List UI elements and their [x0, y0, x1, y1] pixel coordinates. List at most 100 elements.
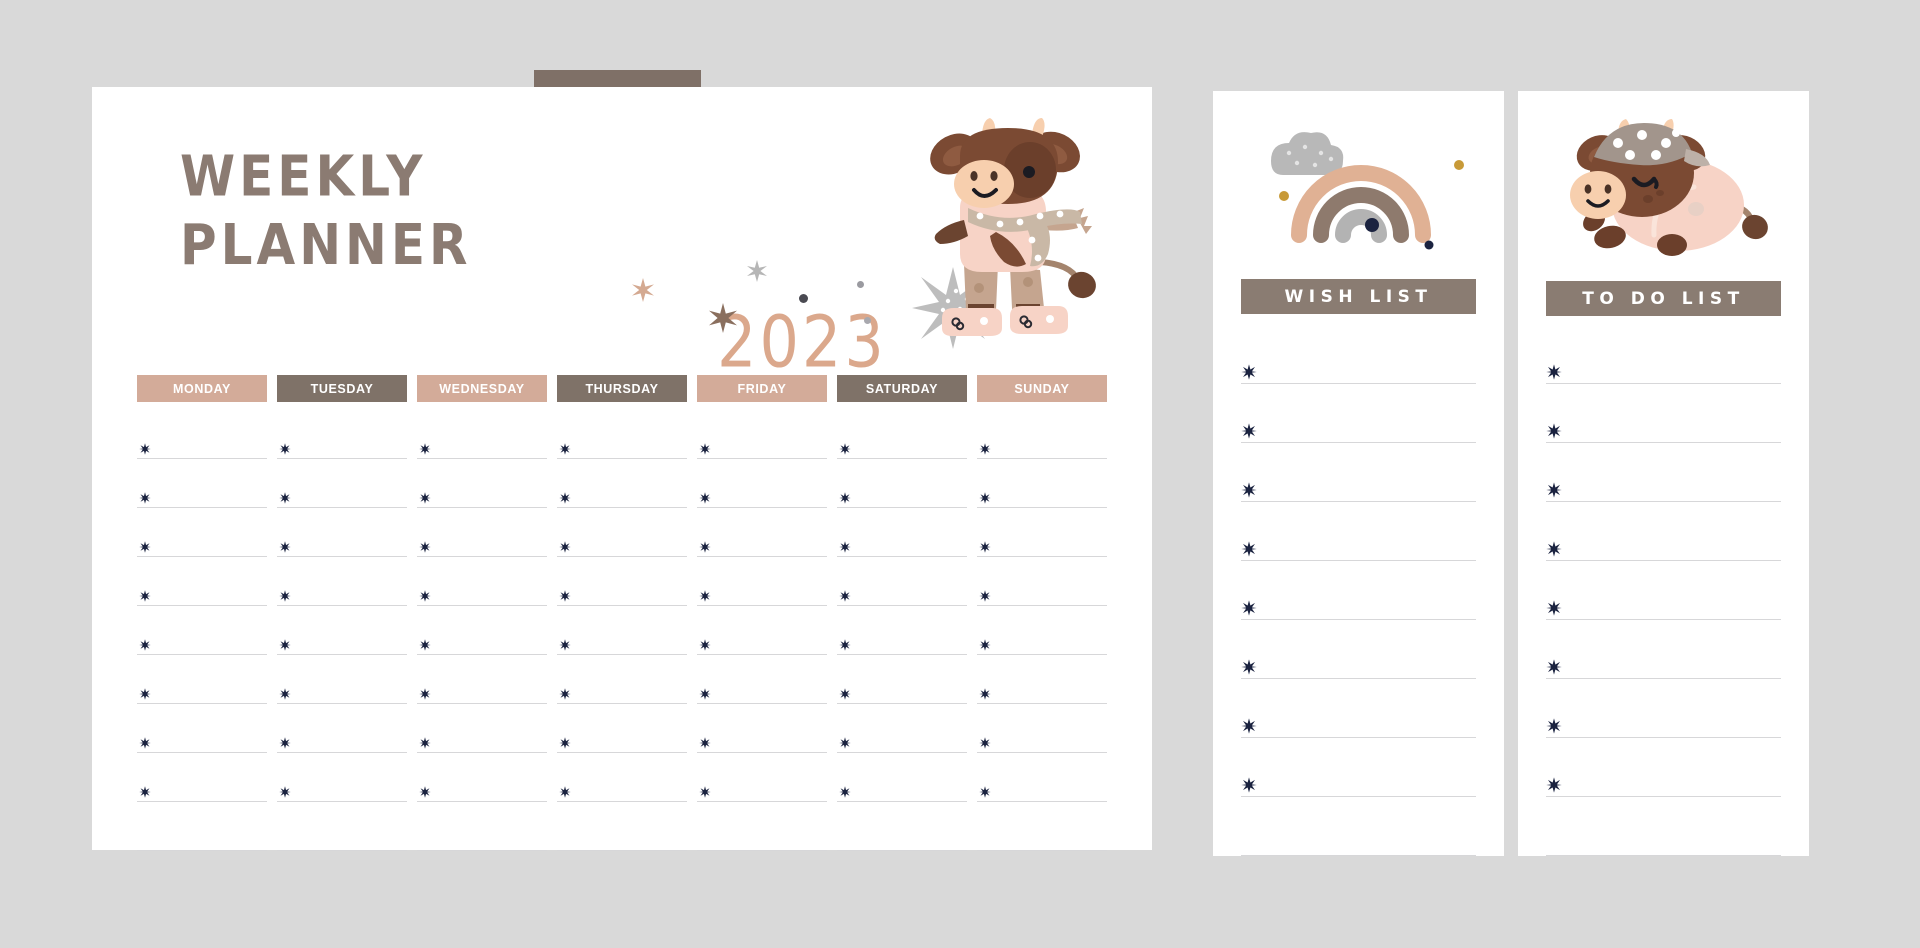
list-item[interactable]: [977, 569, 1107, 618]
list-item[interactable]: [557, 520, 687, 569]
list-item[interactable]: [417, 618, 547, 667]
list-item[interactable]: [277, 667, 407, 716]
list-item[interactable]: [557, 618, 687, 667]
list-item[interactable]: [417, 569, 547, 618]
list-item[interactable]: [977, 765, 1107, 814]
list-item[interactable]: [277, 569, 407, 618]
list-item[interactable]: [837, 716, 967, 765]
list-item[interactable]: [1546, 634, 1781, 693]
list-item[interactable]: [277, 814, 407, 863]
list-item[interactable]: [557, 471, 687, 520]
list-item[interactable]: [977, 422, 1107, 471]
list-item[interactable]: [137, 765, 267, 814]
list-item[interactable]: [557, 765, 687, 814]
wish-list-art: [1213, 91, 1504, 278]
list-item[interactable]: [977, 471, 1107, 520]
list-item[interactable]: [417, 520, 547, 569]
list-item[interactable]: [277, 471, 407, 520]
list-item[interactable]: [417, 765, 547, 814]
list-item[interactable]: [137, 618, 267, 667]
asterisk-bullet-icon: [139, 443, 151, 455]
list-item[interactable]: [697, 569, 827, 618]
list-item[interactable]: [697, 765, 827, 814]
list-item[interactable]: [837, 814, 967, 863]
list-item[interactable]: [1241, 752, 1476, 811]
list-item[interactable]: [277, 618, 407, 667]
write-line: [417, 654, 547, 655]
asterisk-bullet-icon: [1546, 364, 1562, 380]
asterisk-bullet-icon: [139, 688, 151, 700]
list-item[interactable]: [697, 520, 827, 569]
list-item[interactable]: [1241, 693, 1476, 752]
list-item[interactable]: [1546, 693, 1781, 752]
list-item[interactable]: [1546, 398, 1781, 457]
list-item[interactable]: [557, 716, 687, 765]
write-line: [977, 850, 1107, 851]
list-item[interactable]: [977, 618, 1107, 667]
list-item[interactable]: [417, 667, 547, 716]
list-item[interactable]: [137, 814, 267, 863]
list-item[interactable]: [277, 422, 407, 471]
list-item[interactable]: [977, 520, 1107, 569]
list-item[interactable]: [1241, 339, 1476, 398]
list-item[interactable]: [277, 520, 407, 569]
list-item[interactable]: [697, 422, 827, 471]
list-item[interactable]: [417, 422, 547, 471]
list-item[interactable]: [1546, 457, 1781, 516]
list-item[interactable]: [1241, 634, 1476, 693]
write-line: [137, 458, 267, 459]
list-item[interactable]: [697, 716, 827, 765]
list-item[interactable]: [557, 667, 687, 716]
list-item[interactable]: [137, 422, 267, 471]
list-item[interactable]: [697, 814, 827, 863]
asterisk-bullet-icon: [839, 590, 851, 602]
list-item[interactable]: [837, 765, 967, 814]
list-item[interactable]: [837, 667, 967, 716]
list-item[interactable]: [837, 471, 967, 520]
asterisk-bullet-icon: [1241, 659, 1257, 675]
list-item[interactable]: [417, 716, 547, 765]
list-item[interactable]: [277, 716, 407, 765]
list-item[interactable]: [137, 520, 267, 569]
write-line: [557, 556, 687, 557]
list-item[interactable]: [1546, 339, 1781, 398]
asterisk-bullet-icon: [1546, 541, 1562, 557]
list-item[interactable]: [137, 569, 267, 618]
list-item[interactable]: [417, 471, 547, 520]
list-item[interactable]: [697, 618, 827, 667]
list-item[interactable]: [1241, 457, 1476, 516]
list-item[interactable]: [277, 765, 407, 814]
list-item[interactable]: [977, 716, 1107, 765]
list-item[interactable]: [1546, 516, 1781, 575]
day-header-monday: MONDAY: [137, 375, 267, 402]
list-item[interactable]: [837, 569, 967, 618]
list-item[interactable]: [697, 471, 827, 520]
list-item[interactable]: [1546, 752, 1781, 811]
list-item[interactable]: [1546, 575, 1781, 634]
year-label: 2023: [717, 300, 887, 384]
list-item[interactable]: [1241, 516, 1476, 575]
write-line: [1546, 737, 1781, 738]
list-item[interactable]: [1241, 811, 1476, 870]
list-item[interactable]: [557, 569, 687, 618]
list-item[interactable]: [557, 422, 687, 471]
list-item[interactable]: [137, 471, 267, 520]
asterisk-bullet-icon: [699, 443, 711, 455]
write-line: [697, 850, 827, 851]
asterisk-bullet-icon: [1546, 482, 1562, 498]
list-item[interactable]: [977, 667, 1107, 716]
list-item[interactable]: [1241, 575, 1476, 634]
list-item[interactable]: [977, 814, 1107, 863]
list-item[interactable]: [837, 520, 967, 569]
list-item[interactable]: [697, 667, 827, 716]
list-item[interactable]: [137, 667, 267, 716]
list-item[interactable]: [837, 422, 967, 471]
list-item[interactable]: [557, 814, 687, 863]
asterisk-bullet-icon: [1241, 364, 1257, 380]
list-item[interactable]: [1241, 398, 1476, 457]
list-item[interactable]: [137, 716, 267, 765]
list-item[interactable]: [1546, 811, 1781, 870]
write-line: [977, 507, 1107, 508]
list-item[interactable]: [837, 618, 967, 667]
list-item[interactable]: [417, 814, 547, 863]
